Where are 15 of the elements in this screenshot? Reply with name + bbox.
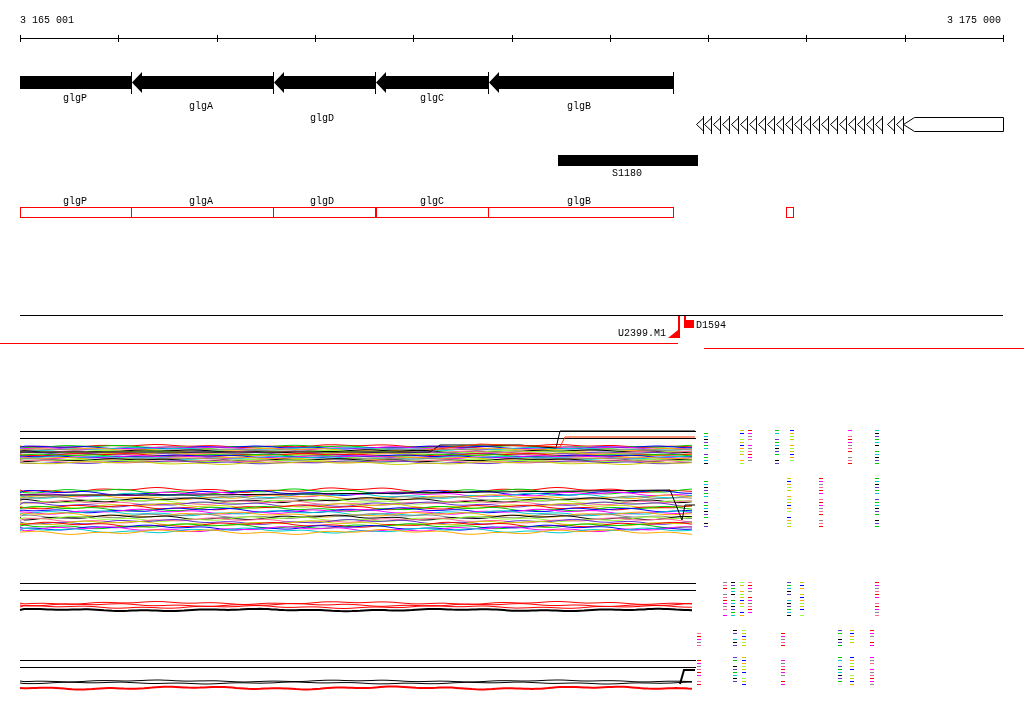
- transcript-label: U2399.M1: [618, 328, 666, 339]
- gene-label: glgA: [189, 101, 213, 112]
- operon-label: glgP: [63, 196, 87, 207]
- operon-label: glgB: [567, 196, 591, 207]
- feature-label: S1180: [612, 168, 642, 179]
- coordinate-label: 3 175 000: [947, 15, 1001, 26]
- operon-label: glgC: [420, 196, 444, 207]
- gene-label: glgD: [310, 113, 334, 124]
- gene-label: glgP: [63, 93, 87, 104]
- transcript-label: D1594: [696, 320, 726, 331]
- operon-label: glgD: [310, 196, 334, 207]
- gene-label: glgC: [420, 93, 444, 104]
- coordinate-label: 3 165 001: [20, 15, 74, 26]
- gene-label: glgB: [567, 101, 591, 112]
- operon-label: glgA: [189, 196, 213, 207]
